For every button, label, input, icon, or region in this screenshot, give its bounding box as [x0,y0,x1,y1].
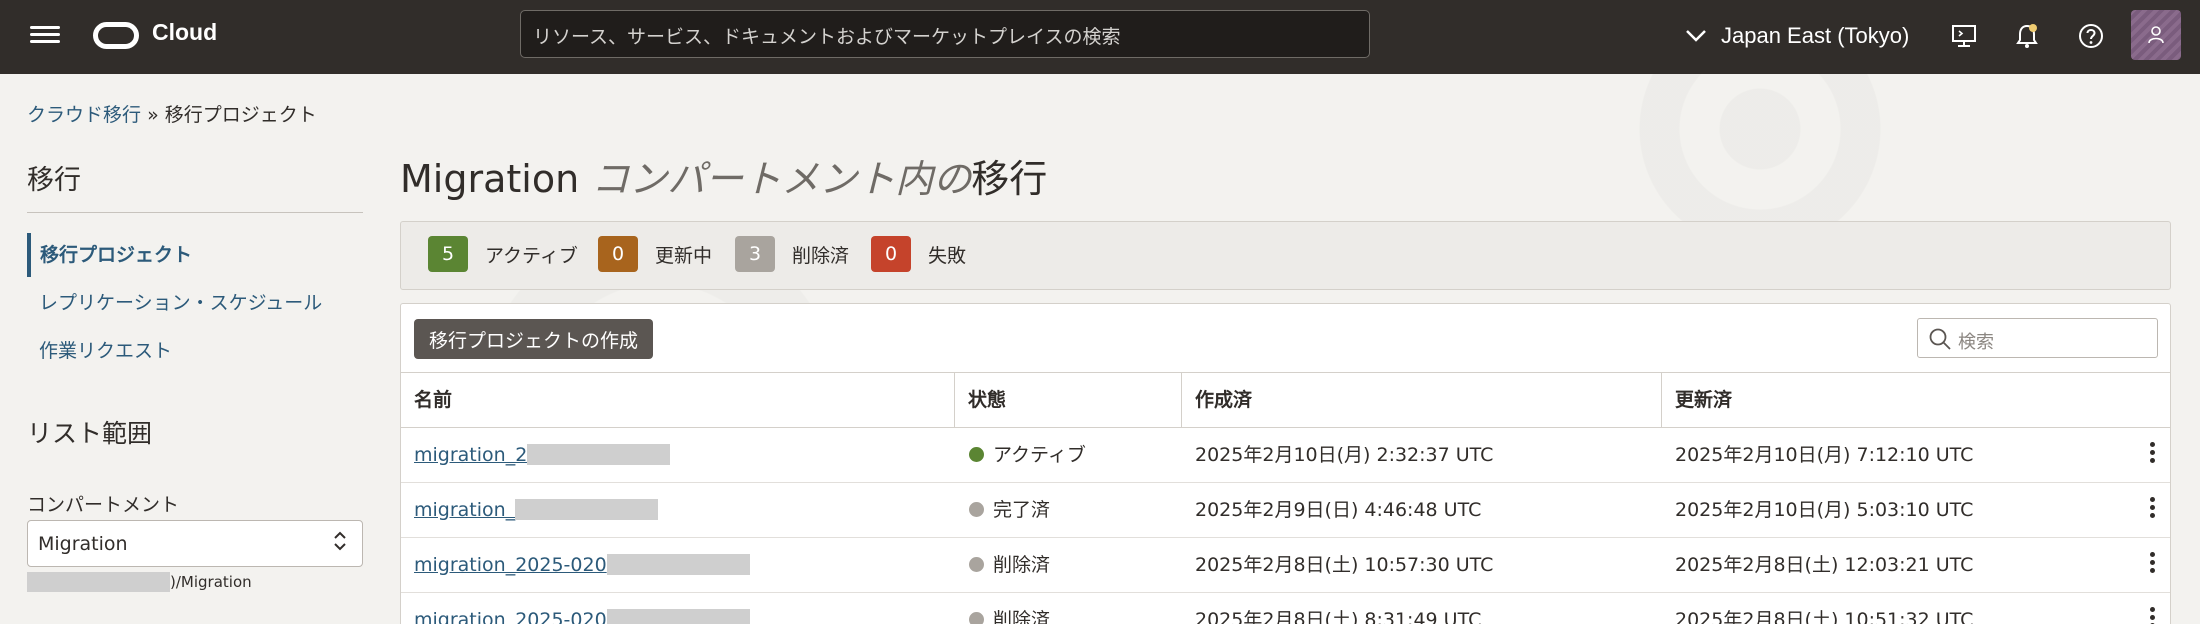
user-icon [2148,26,2164,44]
status-dot [969,447,984,462]
row-actions-menu-icon[interactable] [2144,552,2160,578]
cloud-shell-icon[interactable] [1949,21,1979,51]
redacted-block [527,444,671,465]
updated-cell: 2025年2月8日(土) 12:03:21 UTC [1675,554,1974,576]
migration-projects-table: 移行プロジェクトの作成 検索 名前 状態 作成済 更新済 migration_2… [400,303,2171,624]
updated-cell: 2025年2月10日(月) 7:12:10 UTC [1675,444,1974,466]
column-header-updated[interactable]: 更新済 [1662,373,2170,427]
row-actions-menu-icon[interactable] [2144,442,2160,468]
status-summary-bar: 5 アクティブ 0 更新中 3 削除済 0 失敗 [400,221,2171,290]
breadcrumb-parent-link[interactable]: クラウド移行 [27,104,141,126]
search-icon [1929,328,1951,350]
created-cell: 2025年2月10日(月) 2:32:37 UTC [1195,444,1494,466]
state-cell: 削除済 [969,593,1050,624]
table-search-placeholder: 検索 [1958,332,1994,353]
status-count-badge: 3 [735,236,775,272]
project-name-link[interactable]: migration_2 [414,444,527,466]
status-count-badge: 0 [598,236,638,272]
status-count-badge: 5 [428,236,468,272]
global-search-input[interactable]: リソース、サービス、ドキュメントおよびマーケットプレイスの検索 [520,10,1370,58]
select-arrows-icon [334,531,346,551]
status-label: 削除済 [792,244,850,267]
row-actions-menu-icon[interactable] [2144,497,2160,523]
status-dot [969,502,984,517]
table-row: migration_2025-020 削除済 2025年2月8日(土) 10:5… [401,538,2170,593]
status-summary-updating[interactable]: 0 更新中 [598,236,712,272]
breadcrumb-separator: » [147,104,159,126]
created-cell: 2025年2月8日(土) 10:57:30 UTC [1195,554,1494,576]
project-name-link[interactable]: migration_ [414,499,515,521]
sidebar-item-replication-schedules[interactable]: レプリケーション・スケジュール [27,281,322,325]
sidebar-title: 移行 [27,165,81,196]
top-navigation-bar: Cloud リソース、サービス、ドキュメントおよびマーケットプレイスの検索 Ja… [0,0,2200,74]
status-summary-active[interactable]: 5 アクティブ [428,236,578,272]
status-dot [969,557,984,572]
state-text: 完了済 [993,499,1051,521]
table-row: migration_ 完了済 2025年2月9日(日) 4:46:48 UTC … [401,483,2170,538]
state-text: アクティブ [993,444,1086,466]
table-row: migration_2 アクティブ 2025年2月10日(月) 2:32:37 … [401,428,2170,483]
column-header-state[interactable]: 状態 [955,373,1182,427]
sidebar-item-migration-projects[interactable]: 移行プロジェクト [27,233,192,277]
project-name-cell: migration_2025-020 [414,593,750,624]
oracle-logo-icon[interactable] [93,22,139,49]
sidebar-item-work-requests[interactable]: 作業リクエスト [27,329,172,373]
updated-cell: 2025年2月8日(土) 10:51:32 UTC [1675,609,1974,624]
page-title-suffix: 移行 [971,157,1048,201]
hamburger-menu-icon[interactable] [30,22,60,52]
project-name-cell: migration_2 [414,428,671,482]
row-actions-menu-icon[interactable] [2144,607,2160,624]
project-name-cell: migration_2025-020 [414,538,750,592]
state-text: 削除済 [993,554,1051,576]
updated-cell: 2025年2月10日(月) 5:03:10 UTC [1675,499,1974,521]
region-selector[interactable]: Japan East (Tokyo) [1685,19,1909,53]
compartment-path: )/Migration [27,572,252,592]
state-cell: アクティブ [969,428,1086,482]
compartment-path-text: )/Migration [170,573,252,591]
compartment-select-value: Migration [38,533,128,555]
created-cell: 2025年2月9日(日) 4:46:48 UTC [1195,499,1482,521]
status-dot [969,612,984,624]
status-summary-deleted[interactable]: 3 削除済 [735,236,849,272]
breadcrumb-current: 移行プロジェクト [164,104,317,126]
column-header-name[interactable]: 名前 [401,373,955,427]
notification-bell-icon[interactable] [2012,21,2042,51]
state-cell: 完了済 [969,483,1050,537]
page-title: Migration コンパートメント内の移行 [400,148,1047,203]
redacted-block [27,572,170,592]
redacted-block [606,609,750,624]
logo-text[interactable]: Cloud [152,19,217,46]
sidebar-divider [27,212,363,213]
project-name-link[interactable]: migration_2025-020 [414,554,607,576]
state-cell: 削除済 [969,538,1050,592]
status-label: 失敗 [928,244,967,267]
redacted-block [515,499,659,520]
compartment-select[interactable]: Migration [27,520,363,567]
table-header-row: 名前 状態 作成済 更新済 [401,372,2170,428]
create-migration-project-button[interactable]: 移行プロジェクトの作成 [414,319,654,359]
project-name-link[interactable]: migration_2025-020 [414,609,607,624]
compartment-label: コンパートメント [27,494,180,516]
table-row: migration_2025-020 削除済 2025年2月8日(土) 8:31… [401,593,2170,624]
state-text: 削除済 [993,609,1051,624]
table-search-input[interactable]: 検索 [1917,318,2158,358]
created-cell: 2025年2月8日(土) 8:31:49 UTC [1195,609,1482,624]
user-avatar[interactable] [2131,10,2181,60]
breadcrumb: クラウド移行 » 移行プロジェクト [27,100,317,127]
help-icon[interactable] [2076,21,2106,51]
column-header-created[interactable]: 作成済 [1182,373,1662,427]
project-name-cell: migration_ [414,483,659,537]
redacted-block [606,554,750,575]
page-title-compartment: Migration [400,157,580,201]
status-summary-failed[interactable]: 0 失敗 [871,236,966,272]
chevron-down-icon [1686,30,1706,42]
region-label: Japan East (Tokyo) [1721,23,1910,48]
status-label: アクティブ [485,244,578,267]
page-title-italic: コンパートメント内の [591,157,972,201]
status-label: 更新中 [655,244,713,267]
list-scope-title: リスト範囲 [27,419,153,448]
status-count-badge: 0 [871,236,911,272]
